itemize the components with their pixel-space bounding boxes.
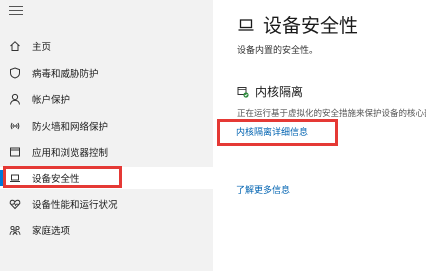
sidebar-item-label: 家庭选项 [32, 226, 71, 237]
sidebar-item-label: 帐户保护 [32, 95, 71, 106]
main-content: 设备安全性 设备内置的安全性。 内核隔离 正在运行基于虚拟化的安全措施来保护设备… [213, 0, 426, 271]
sidebar-item-app-browser-control[interactable]: 应用和浏览器控制 [0, 141, 213, 163]
highlight-box-link [217, 119, 338, 146]
sidebar-item-firewall[interactable]: 防火墙和网络保护 [0, 115, 213, 137]
section-title-text: 内核隔离 [255, 85, 304, 99]
sidebar-item-label: 设备性能和运行状况 [32, 200, 118, 211]
sidebar-item-family-options[interactable]: 家庭选项 [0, 219, 213, 241]
learn-more-link[interactable]: 了解更多信息 [236, 183, 290, 196]
laptop-icon [237, 16, 255, 34]
hamburger-menu-icon[interactable] [9, 6, 23, 16]
person-icon [8, 92, 22, 106]
core-isolation-icon [237, 86, 249, 98]
home-icon [8, 39, 22, 53]
sidebar-item-label: 病毒和威胁防护 [32, 69, 99, 80]
highlight-box-sidebar [3, 166, 122, 188]
sidebar-item-home[interactable]: 主页 [0, 35, 213, 57]
sidebar-item-virus-protection[interactable]: 病毒和威胁防护 [0, 62, 213, 84]
sidebar-item-device-performance[interactable]: 设备性能和运行状况 [0, 193, 213, 215]
family-icon [8, 223, 22, 237]
sidebar-item-label: 主页 [32, 42, 52, 53]
section-title: 内核隔离 [237, 83, 303, 100]
sidebar-item-label: 防火墙和网络保护 [32, 122, 109, 133]
wifi-icon [8, 119, 22, 133]
sidebar-item-account-protection[interactable]: 帐户保护 [0, 88, 213, 110]
page-title-text: 设备安全性 [263, 15, 359, 37]
app-window-icon [8, 145, 22, 159]
heart-icon [8, 197, 22, 211]
section-description: 正在运行基于虚拟化的安全措施来保护设备的核心部分。 [237, 109, 426, 119]
sidebar-item-label: 应用和浏览器控制 [32, 148, 109, 159]
shield-icon [8, 66, 22, 80]
page-title: 设备安全性 [237, 11, 358, 38]
sidebar: 主页 病毒和威胁防护 帐户保护 防火墙和网络保护 应用和浏览器控制 设备安全性 [0, 0, 213, 271]
page-subtitle: 设备内置的安全性。 [237, 46, 319, 56]
